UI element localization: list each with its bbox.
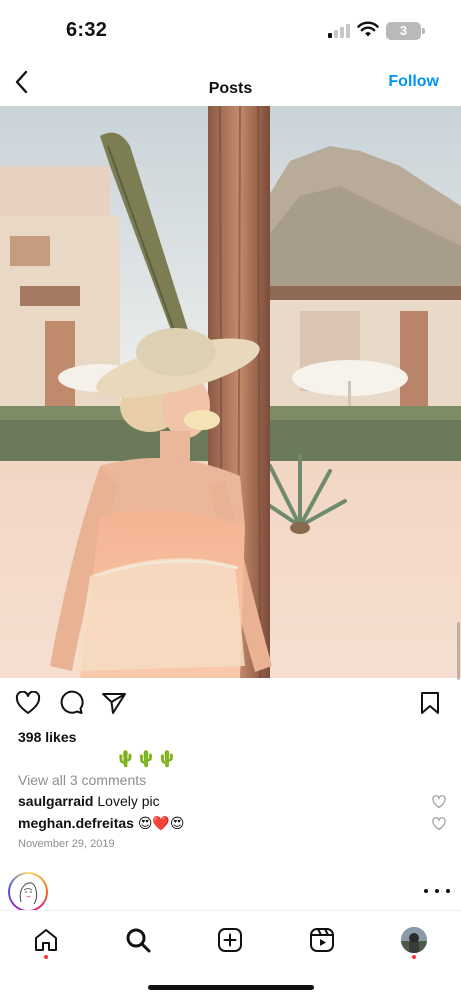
home-notification-dot (44, 955, 48, 959)
view-all-comments-link[interactable]: View all 3 comments (18, 772, 146, 788)
post-date: November 29, 2019 (18, 838, 115, 850)
tab-search[interactable] (121, 923, 155, 957)
comment-row: saulgarraid Lovely pic (18, 793, 438, 809)
comment-like-heart-icon[interactable] (432, 795, 446, 809)
search-icon (126, 928, 151, 953)
post-header: Posts Follow (0, 62, 461, 106)
comment-icon (60, 690, 84, 714)
next-post-avatar[interactable] (8, 872, 48, 912)
like-button[interactable] (13, 688, 43, 718)
paper-plane-icon (102, 693, 126, 714)
heart-icon (15, 691, 41, 714)
post-photo[interactable] (0, 106, 461, 678)
profile-notification-dot (412, 955, 416, 959)
home-indicator[interactable] (148, 985, 314, 990)
comment-text: 😍❤️😍 (137, 815, 185, 831)
comment-row: meghan.defreitas 😍❤️😍 (18, 815, 438, 832)
cellular-signal-icon (328, 24, 350, 38)
more-options-button[interactable] (424, 883, 450, 899)
wifi-icon (357, 21, 379, 37)
likes-count[interactable]: 398 likes (18, 729, 76, 745)
tab-create[interactable] (213, 923, 247, 957)
comment-button[interactable] (56, 688, 86, 718)
scroll-indicator[interactable] (457, 622, 460, 680)
status-bar: 6:32 3 (0, 0, 461, 60)
plus-square-icon (218, 928, 242, 952)
post-caption: 🌵🌵🌵 (18, 749, 178, 769)
comment-text: Lovely pic (97, 793, 160, 809)
tab-reels[interactable] (305, 923, 339, 957)
profile-avatar (401, 927, 427, 953)
caption-username[interactable] (18, 750, 110, 764)
share-button[interactable] (99, 688, 129, 718)
battery-tip (422, 28, 425, 34)
tab-bar (0, 910, 461, 1000)
follow-button[interactable]: Follow (388, 73, 439, 91)
tab-profile[interactable] (397, 923, 431, 957)
tab-home[interactable] (29, 923, 63, 957)
comment-username[interactable]: meghan.defreitas (18, 815, 134, 831)
battery-icon: 3 (386, 22, 421, 40)
home-icon (35, 929, 57, 951)
save-button[interactable] (415, 688, 445, 718)
post-actions (0, 688, 461, 720)
post-image (0, 106, 461, 678)
bookmark-icon (421, 692, 439, 714)
comment-username[interactable]: saulgarraid (18, 793, 93, 809)
caption-text: 🌵🌵🌵 (115, 751, 179, 768)
status-time: 6:32 (66, 19, 108, 41)
avatar-illustration (12, 876, 44, 908)
comment-like-heart-icon[interactable] (432, 817, 446, 831)
more-horizontal-icon (424, 889, 428, 893)
reels-icon (310, 928, 334, 952)
